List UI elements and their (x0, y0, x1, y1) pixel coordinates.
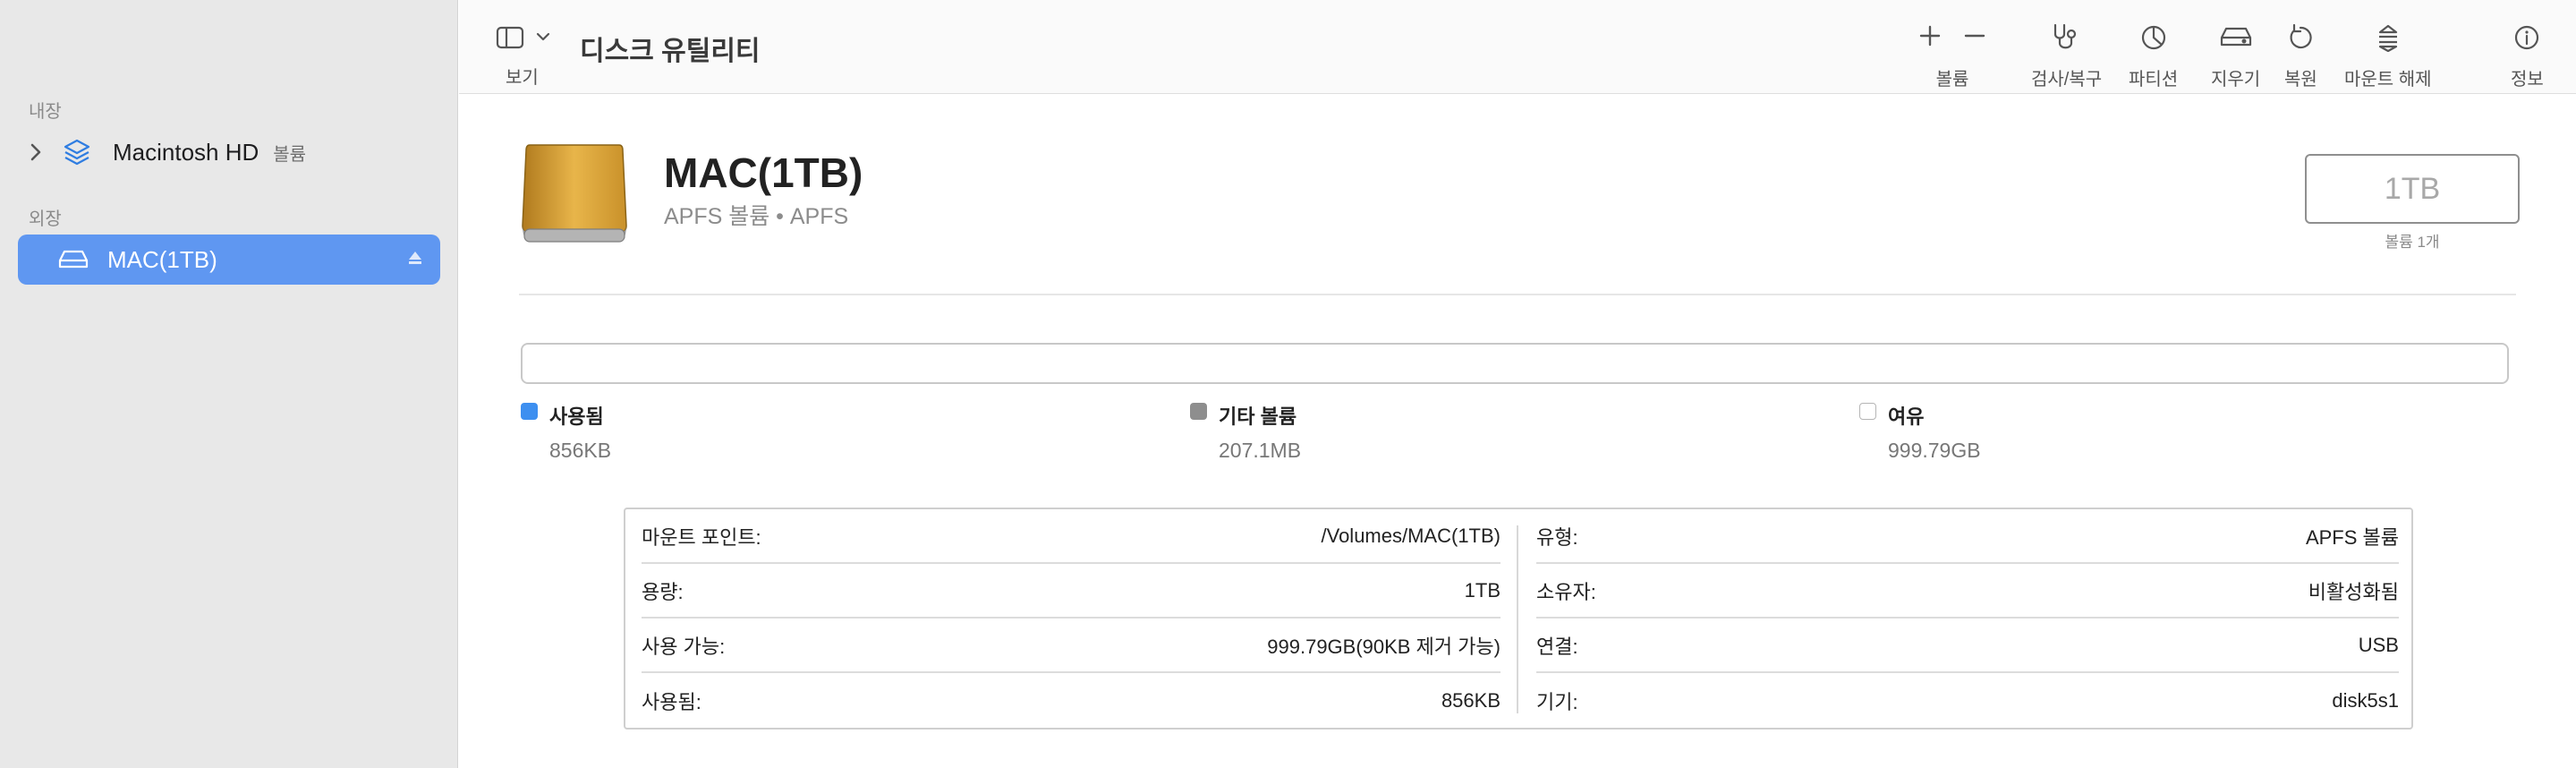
info-row: 유형: APFS 볼륨 (1536, 509, 2399, 564)
legend-value: 207.1MB (1219, 439, 1302, 462)
info-label: 정보 (2511, 70, 2544, 90)
eject-icon[interactable] (406, 249, 424, 271)
sidebar-item-mac-1tb[interactable]: MAC(1TB) (18, 235, 440, 285)
erase-button[interactable]: 지우기 (2211, 20, 2260, 90)
unmount-icon (2374, 20, 2402, 55)
legend-value: 856KB (549, 439, 612, 462)
unmount-label: 마운트 해제 (2344, 70, 2432, 90)
view-menu-button[interactable] (495, 21, 557, 58)
sidebar: 내장 Macintosh HD 볼륨 외장 MAC(1TB) (0, 0, 458, 768)
legend-label: 여유 (1888, 405, 1925, 428)
info-column-left: 마운트 포인트: /Volumes/MAC(1TB) 용량: 1TB 사용 가능… (642, 509, 1501, 728)
unmount-button[interactable]: 마운트 해제 (2344, 20, 2432, 90)
volume-size-box: 1TB (2305, 154, 2520, 224)
info-row: 연결: USB (1536, 619, 2399, 673)
pie-chart-icon (2139, 20, 2168, 55)
info-column-right: 유형: APFS 볼륨 소유자: 비활성화됨 연결: USB 기기: disk5… (1536, 509, 2399, 728)
header-divider (519, 294, 2516, 295)
volume-name: MAC(1TB) (664, 149, 863, 196)
info-label: 유형: (1536, 525, 1578, 549)
info-label: 마운트 포인트: (642, 525, 761, 549)
info-value: APFS 볼륨 (2305, 525, 2399, 549)
first-aid-label: 검사/복구 (2031, 70, 2103, 90)
usage-bar (521, 343, 2509, 384)
partition-button[interactable]: 파티션 (2129, 20, 2178, 90)
info-value: 1TB (1464, 578, 1501, 602)
info-row: 용량: 1TB (642, 564, 1501, 619)
info-row: 소유자: 비활성화됨 (1536, 564, 2399, 619)
info-icon (2513, 20, 2540, 55)
volume-label: 볼륨 (1935, 70, 1969, 90)
volume-stack-icon (59, 138, 95, 166)
info-label: 기기: (1536, 690, 1578, 713)
info-label: 사용 가능: (642, 635, 726, 658)
view-label: 보기 (506, 68, 539, 88)
info-value: 999.79GB(90KB 제거 가능) (1267, 635, 1501, 658)
info-row: 사용 가능: 999.79GB(90KB 제거 가능) (642, 619, 1501, 673)
legend-label: 기타 볼륨 (1219, 405, 1297, 428)
volume-subtitle: APFS 볼륨 • APFS (664, 204, 849, 229)
info-column-divider (1517, 525, 1518, 713)
toolbar: 보기 디스크 유틸리티 볼륨 검사/복구 파티션 지우기 복원 마운트 해제 정… (459, 0, 2576, 94)
window-title: 디스크 유틸리티 (580, 37, 761, 66)
info-label: 연결: (1536, 635, 1578, 658)
stethoscope-icon (2050, 20, 2084, 55)
partition-label: 파티션 (2129, 70, 2179, 90)
volume-info-table: 마운트 포인트: /Volumes/MAC(1TB) 용량: 1TB 사용 가능… (624, 508, 2413, 730)
info-row: 기기: disk5s1 (1536, 673, 2399, 728)
sidebar-item-label: MAC(1TB) (107, 245, 217, 273)
sidebar-section-external: 외장 (29, 209, 62, 229)
disk-utility-window: 내장 Macintosh HD 볼륨 외장 MAC(1TB) 보기 디스크 유틸… (0, 0, 2576, 768)
volume-count-caption: 볼륨 1개 (2385, 234, 2440, 251)
info-value: 비활성화됨 (2308, 580, 2399, 603)
sidebar-section-internal: 내장 (29, 102, 62, 122)
add-volume-icon[interactable] (1917, 23, 1943, 53)
info-label: 소유자: (1536, 580, 1596, 603)
restore-button[interactable]: 복원 (2284, 20, 2317, 90)
info-row: 마운트 포인트: /Volumes/MAC(1TB) (642, 509, 1501, 564)
info-label: 용량: (642, 580, 684, 603)
first-aid-button[interactable]: 검사/복구 (2031, 20, 2102, 90)
remove-volume-icon[interactable] (1962, 23, 1987, 53)
restore-label: 복원 (2284, 70, 2317, 90)
used-swatch (521, 403, 538, 420)
info-label: 사용됨: (642, 690, 701, 713)
eraser-icon (2219, 20, 2253, 55)
info-value: USB (2358, 633, 2399, 656)
external-drive-image (521, 140, 628, 247)
sidebar-item-sublabel: 볼륨 (273, 144, 307, 165)
free-swatch (1859, 403, 1876, 420)
disclosure-chevron-icon[interactable] (25, 142, 47, 162)
legend-label: 사용됨 (549, 405, 604, 428)
info-button[interactable]: 정보 (2511, 20, 2544, 90)
info-value: /Volumes/MAC(1TB) (1321, 524, 1501, 547)
external-drive-icon (55, 245, 91, 274)
legend-value: 999.79GB (1888, 439, 1981, 462)
sidebar-item-macintosh-hd[interactable]: Macintosh HD 볼륨 (18, 127, 440, 177)
restore-arrow-icon (2286, 20, 2315, 55)
volume-button-group: 볼륨 (1917, 20, 1987, 90)
erase-label: 지우기 (2211, 70, 2261, 90)
sidebar-item-label: Macintosh HD (113, 138, 259, 166)
other-swatch (1190, 403, 1207, 420)
info-value: 856KB (1441, 688, 1501, 712)
info-value: disk5s1 (2332, 688, 2399, 712)
info-row: 사용됨: 856KB (642, 673, 1501, 728)
